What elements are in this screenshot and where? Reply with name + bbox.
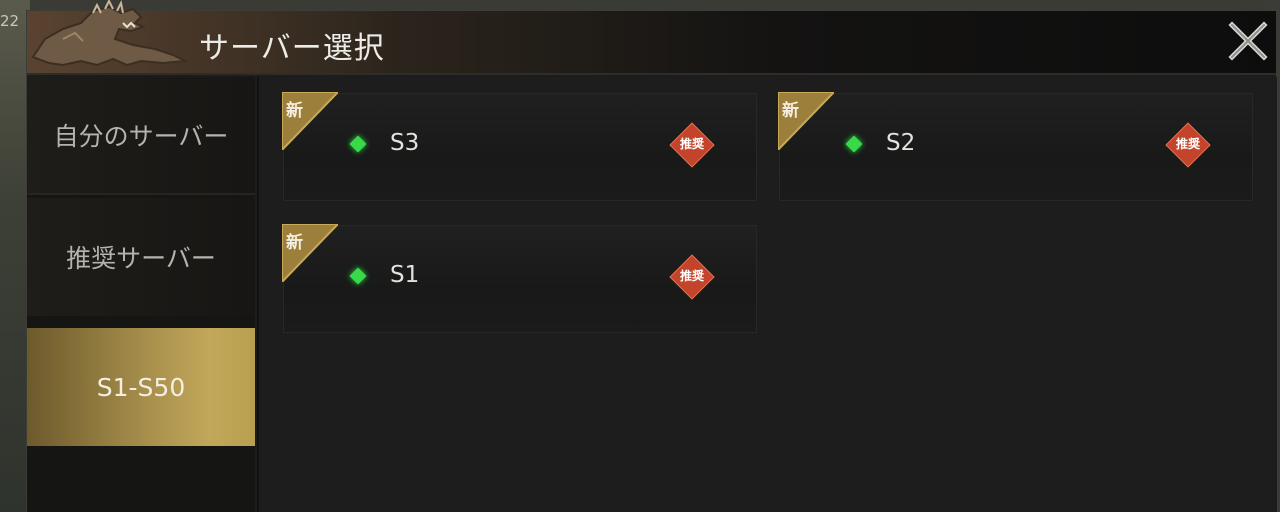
- server-name: S1: [390, 262, 420, 288]
- close-icon: [1228, 21, 1268, 61]
- server-category-sidebar: 自分のサーバー 推奨サーバー S1-S50: [27, 77, 255, 512]
- server-name: S3: [390, 130, 420, 156]
- tab-my-servers-label: 自分のサーバー: [53, 122, 229, 151]
- new-label: 新: [286, 101, 303, 121]
- tab-s1-s50-label: S1-S50: [96, 372, 186, 402]
- server-list: 新 S3 推奨 新 S2 推奨 新 S1 推奨: [257, 77, 1277, 512]
- close-button[interactable]: [1226, 19, 1270, 63]
- new-label: 新: [286, 233, 303, 253]
- dinosaur-icon: [23, 0, 193, 73]
- recommended-badge-label: 推奨: [679, 137, 704, 151]
- dialog-title: サーバー選択: [199, 31, 385, 66]
- server-name: S2: [886, 130, 916, 156]
- server-card-s3[interactable]: 新 S3 推奨: [282, 92, 757, 201]
- recommended-badge-label: 推奨: [1175, 137, 1200, 151]
- online-status-icon: [349, 135, 367, 153]
- dialog-header: サーバー選択: [27, 0, 1276, 75]
- online-status-icon: [845, 135, 863, 153]
- server-card-s2[interactable]: 新 S2 推奨: [778, 92, 1253, 201]
- server-select-dialog: サーバー選択 自分のサーバー 推奨サーバー S1-S50 新 S3 推奨 新 S…: [26, 0, 1277, 512]
- server-card-s1[interactable]: 新 S1 推奨: [282, 224, 757, 333]
- online-status-icon: [349, 267, 367, 285]
- recommended-badge-label: 推奨: [679, 269, 704, 283]
- tab-recommended-servers[interactable]: 推奨サーバー: [27, 198, 255, 316]
- new-label: 新: [782, 101, 799, 121]
- tab-s1-s50[interactable]: S1-S50: [27, 328, 255, 446]
- tab-recommended-servers-label: 推奨サーバー: [66, 244, 216, 273]
- tab-my-servers[interactable]: 自分のサーバー: [27, 77, 255, 195]
- background-corner-number: 22: [0, 12, 20, 30]
